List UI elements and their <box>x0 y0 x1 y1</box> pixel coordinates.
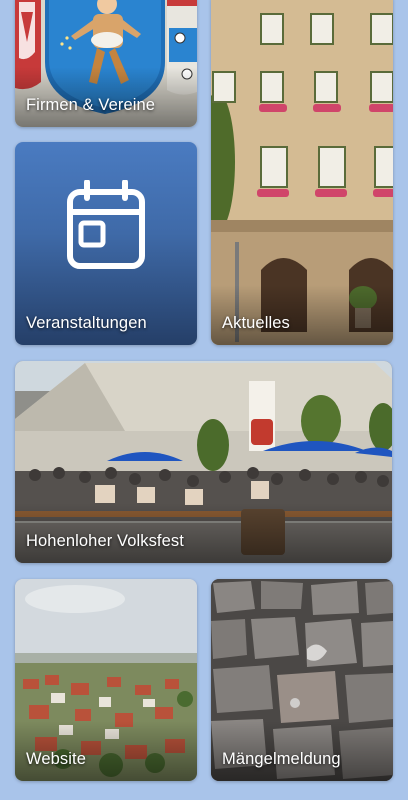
tile-hohenloher-volksfest[interactable]: Hohenloher Volksfest <box>15 361 392 563</box>
tile-website[interactable]: Website <box>15 579 197 781</box>
tile-aktuelles[interactable]: Aktuelles <box>211 0 393 345</box>
tile-label-firmen-vereine: Firmen & Vereine <box>26 96 156 114</box>
tile-maengelmeldung[interactable]: Mängelmeldung <box>211 579 393 781</box>
tile-label-website: Website <box>26 750 87 768</box>
tile-label-hohenloher-volksfest: Hohenloher Volksfest <box>26 532 184 550</box>
calendar-icon <box>67 180 145 269</box>
tile-label-maengelmeldung: Mängelmeldung <box>222 750 341 768</box>
tile-label-veranstaltungen: Veranstaltungen <box>26 314 147 332</box>
tile-firmen-vereine[interactable]: Firmen & Vereine <box>15 0 197 127</box>
tile-label-aktuelles: Aktuelles <box>222 314 290 332</box>
tile-veranstaltungen[interactable]: Veranstaltungen <box>15 142 197 345</box>
